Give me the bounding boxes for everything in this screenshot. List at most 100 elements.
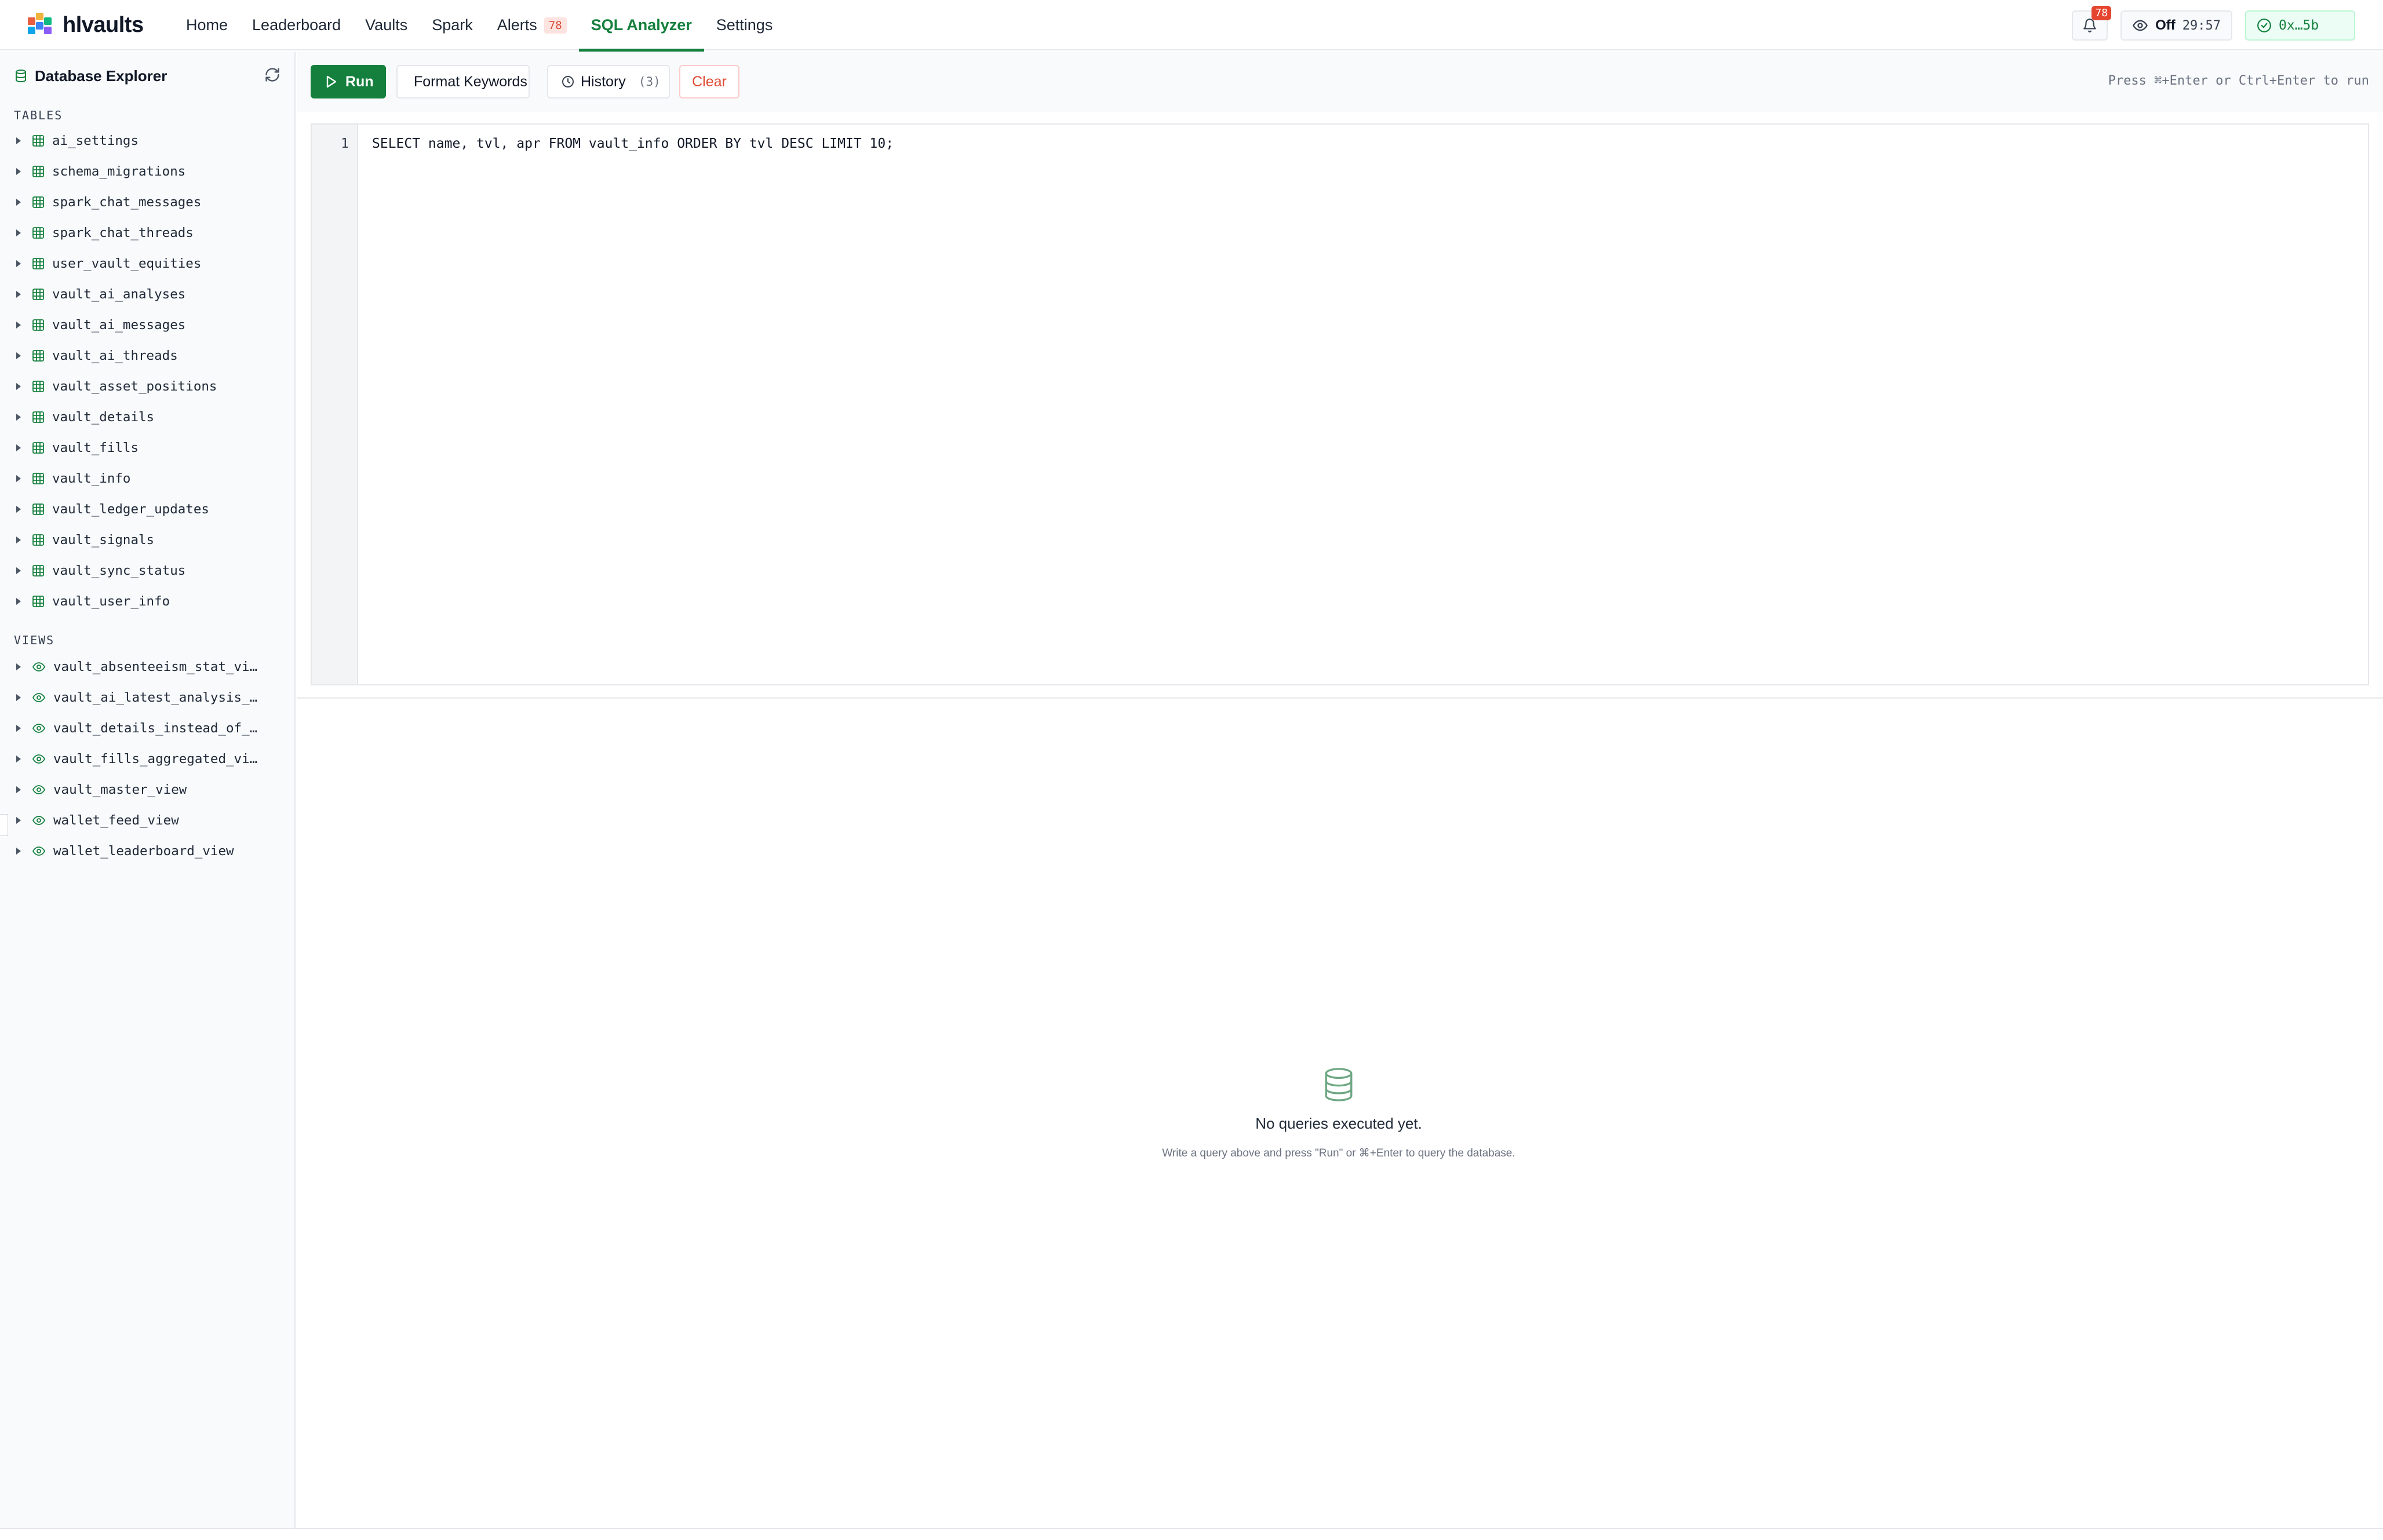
history-label: History [581, 73, 626, 90]
sidebar-table-item[interactable]: vault_ai_analyses [0, 279, 296, 309]
sql-query-text[interactable]: SELECT name, tvl, apr FROM vault_info OR… [372, 136, 894, 151]
views-section-header: VIEWS [14, 633, 55, 647]
expand-caret-icon[interactable] [16, 137, 21, 144]
sidebar-table-item[interactable]: vault_ledger_updates [0, 494, 296, 524]
format-keywords-label: Format Keywords [414, 73, 527, 90]
table-icon [31, 349, 45, 363]
expand-caret-icon[interactable] [16, 413, 21, 421]
expand-caret-icon[interactable] [16, 755, 21, 762]
nav-alerts-label: Alerts [497, 16, 537, 34]
expand-caret-icon[interactable] [16, 444, 21, 451]
eye-icon [31, 813, 46, 827]
nav-spark[interactable]: Spark [420, 0, 485, 50]
empty-state-title: No queries executed yet. [1255, 1115, 1422, 1132]
clear-button[interactable]: Clear [679, 65, 739, 98]
sidebar-view-item[interactable]: vault_fills_aggregated_vi… [0, 743, 296, 774]
expand-caret-icon[interactable] [16, 567, 21, 574]
expand-caret-icon[interactable] [16, 847, 21, 855]
sidebar-table-item[interactable]: user_vault_equities [0, 248, 296, 279]
sidebar-item-label: vault_details [52, 409, 155, 425]
table-icon [31, 379, 45, 393]
eye-icon [31, 660, 46, 674]
sidebar-table-item[interactable]: ai_settings [0, 125, 296, 156]
expand-caret-icon[interactable] [16, 536, 21, 543]
nav-settings-label: Settings [716, 16, 773, 34]
sidebar-table-item[interactable]: vault_asset_positions [0, 371, 296, 402]
logo-text: hlvaults [63, 12, 144, 37]
sidebar-view-item[interactable]: vault_ai_latest_analysis_… [0, 682, 296, 713]
nav-vaults[interactable]: Vaults [353, 0, 420, 50]
wallet-button[interactable]: 0x…5b [2245, 10, 2355, 41]
panel-resize-handle[interactable] [297, 697, 2383, 699]
database-icon [1325, 1068, 1353, 1101]
table-icon [31, 134, 45, 148]
sidebar-item-label: vault_asset_positions [52, 378, 217, 394]
nav-leaderboard[interactable]: Leaderboard [240, 0, 353, 50]
table-icon [31, 533, 45, 547]
expand-caret-icon[interactable] [16, 724, 21, 732]
expand-caret-icon[interactable] [16, 663, 21, 670]
table-icon [31, 564, 45, 578]
sidebar-collapse-handle[interactable] [0, 814, 8, 836]
expand-caret-icon[interactable] [16, 167, 21, 175]
nav-leaderboard-label: Leaderboard [252, 16, 341, 34]
sidebar-view-item[interactable]: wallet_leaderboard_view [0, 835, 296, 866]
expand-caret-icon[interactable] [16, 321, 21, 329]
sidebar-table-item[interactable]: vault_details [0, 402, 296, 432]
sidebar-item-label: wallet_leaderboard_view [53, 843, 234, 859]
sql-editor[interactable]: 1 SELECT name, tvl, apr FROM vault_info … [311, 123, 2369, 685]
run-button[interactable]: Run [311, 65, 386, 98]
expand-caret-icon[interactable] [16, 260, 21, 267]
expand-caret-icon[interactable] [16, 597, 21, 605]
sidebar-view-item[interactable]: vault_master_view [0, 774, 296, 805]
expand-caret-icon[interactable] [16, 505, 21, 513]
sidebar-table-item[interactable]: schema_migrations [0, 156, 296, 187]
sidebar-table-item[interactable]: spark_chat_threads [0, 217, 296, 248]
history-count: (3) [638, 75, 661, 89]
sidebar-item-label: spark_chat_threads [52, 225, 194, 240]
expand-caret-icon[interactable] [16, 290, 21, 298]
refresh-icon[interactable] [264, 67, 280, 83]
format-keywords-button[interactable]: Format Keywords [396, 65, 530, 98]
table-icon [31, 410, 45, 424]
notifications-button[interactable]: 78 [2072, 6, 2112, 41]
watch-mode-toggle[interactable]: Off 29:57 [2120, 10, 2232, 41]
sidebar-table-item[interactable]: vault_sync_status [0, 555, 296, 586]
expand-caret-icon[interactable] [16, 382, 21, 390]
expand-caret-icon[interactable] [16, 352, 21, 359]
sidebar-table-item[interactable]: vault_fills [0, 432, 296, 463]
sidebar-table-item[interactable]: vault_info [0, 463, 296, 494]
top-navigation-bar: hlvaults Home Leaderboard Vaults Spark A… [0, 0, 2383, 52]
nav-sql-analyzer-label: SQL Analyzer [591, 16, 692, 34]
expand-caret-icon[interactable] [16, 229, 21, 236]
expand-caret-icon[interactable] [16, 786, 21, 793]
sidebar-item-label: vault_details_instead_of_… [53, 720, 258, 736]
sidebar-view-item[interactable]: vault_details_instead_of_… [0, 713, 296, 743]
sidebar-table-item[interactable]: vault_ai_messages [0, 309, 296, 340]
nav-alerts[interactable]: Alerts 78 [485, 0, 579, 50]
sidebar-view-item[interactable]: vault_absenteeism_stat_vi… [0, 651, 296, 682]
line-number: 1 [341, 136, 349, 151]
sidebar-header: Database Explorer [14, 64, 280, 87]
table-icon [31, 594, 45, 608]
expand-caret-icon[interactable] [16, 694, 21, 701]
sidebar-table-item[interactable]: vault_signals [0, 524, 296, 555]
sidebar-item-label: vault_ai_threads [52, 348, 178, 363]
watch-mode-state: Off [2155, 17, 2176, 33]
nav-home[interactable]: Home [174, 0, 240, 50]
nav-settings[interactable]: Settings [704, 0, 785, 50]
wallet-address: 0x…5b [2279, 18, 2319, 33]
expand-caret-icon[interactable] [16, 475, 21, 482]
eye-icon [31, 691, 46, 705]
sidebar-view-item[interactable]: wallet_feed_view [0, 805, 296, 835]
expand-caret-icon[interactable] [16, 816, 21, 824]
sidebar-table-item[interactable]: vault_user_info [0, 586, 296, 616]
sidebar-table-item[interactable]: spark_chat_messages [0, 187, 296, 217]
expand-caret-icon[interactable] [16, 198, 21, 206]
sidebar-table-item[interactable]: vault_ai_threads [0, 340, 296, 371]
empty-state-subtitle: Write a query above and press "Run" or ⌘… [1162, 1147, 1515, 1159]
history-button[interactable]: History (3) [547, 65, 670, 98]
sidebar-title: Database Explorer [35, 67, 167, 85]
app-logo[interactable]: hlvaults [25, 12, 144, 38]
nav-sql-analyzer[interactable]: SQL Analyzer [578, 0, 704, 52]
